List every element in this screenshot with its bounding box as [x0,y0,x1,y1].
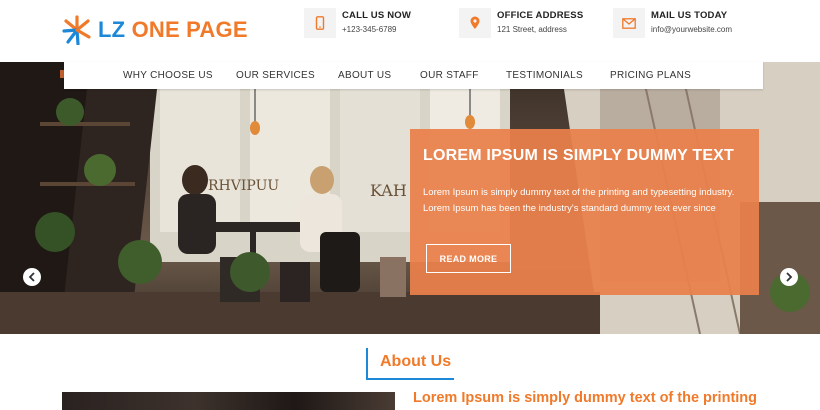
contact-address-title: OFFICE ADDRESS [497,10,584,21]
contact-call: CALL US NOW +123-345-6789 [304,8,411,40]
contact-address-value: 121 Street, address [497,25,567,34]
logo-name: ONE PAGE [131,17,248,42]
nav-item-about-us[interactable]: ABOUT US [338,70,391,81]
cafe-sign-right: KAH [370,181,407,200]
contact-call-value[interactable]: +123-345-6789 [342,25,411,34]
contact-mail-value[interactable]: info@yourwebsite.com [651,25,732,34]
location-pin-icon [459,8,491,38]
site-logo[interactable]: LZ ONE PAGE [62,10,248,50]
contact-call-title: CALL US NOW [342,10,412,21]
slide-title: LOREM IPSUM IS SIMPLY DUMMY TEXT [423,147,735,164]
contact-mail: MAIL US TODAY info@yourwebsite.com [613,8,732,40]
slide-body: Lorem Ipsum is simply dummy text of the … [423,187,735,214]
about-image [62,392,395,410]
chevron-right-icon [786,272,793,282]
main-nav: WHY CHOOSE US OUR SERVICES ABOUT US OUR … [64,62,763,89]
phone-icon [304,8,336,38]
contact-mail-title: MAIL US TODAY [651,10,728,21]
contact-address: OFFICE ADDRESS 121 Street, address [459,8,583,40]
logo-prefix: LZ [98,17,126,42]
sunburst-logo-icon [62,15,91,45]
read-more-button[interactable]: READ MORE [426,244,511,273]
about-heading: About Us [380,353,452,370]
chevron-left-icon [28,272,35,282]
about-heading-frame: About Us [366,348,454,380]
slide-caption: LOREM IPSUM IS SIMPLY DUMMY TEXT Lorem I… [410,129,759,295]
logo-text: LZ ONE PAGE [98,17,248,43]
slider-next-button[interactable] [780,268,798,286]
nav-item-pricing-plans[interactable]: PRICING PLANS [610,70,691,81]
cafe-sign-left: RHVIPUU [208,178,279,194]
nav-item-testimonials[interactable]: TESTIMONIALS [506,70,583,81]
about-subheading: Lorem Ipsum is simply dummy text of the … [413,390,758,406]
nav-item-why-choose-us[interactable]: WHY CHOOSE US [123,70,213,81]
site-header: LZ ONE PAGE CALL US NOW +123-345-6789 OF… [0,0,820,62]
nav-item-our-services[interactable]: OUR SERVICES [236,70,315,81]
envelope-icon [613,8,645,38]
nav-item-our-staff[interactable]: OUR STAFF [420,70,479,81]
slider-prev-button[interactable] [23,268,41,286]
